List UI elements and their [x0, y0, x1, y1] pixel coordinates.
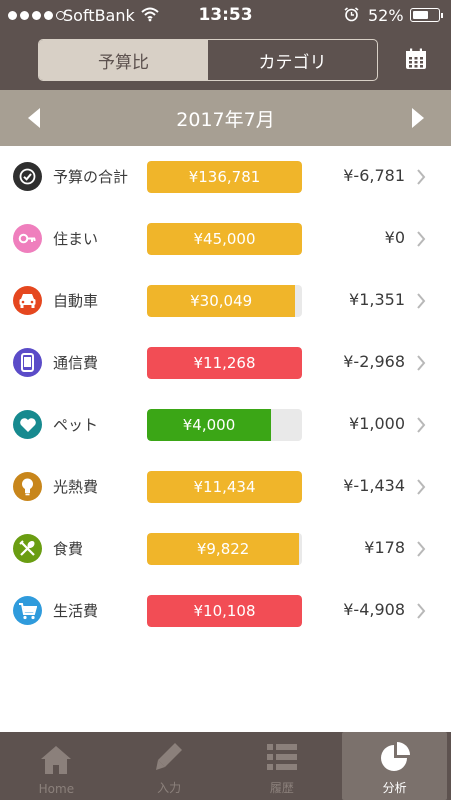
tab-category[interactable]: カテゴリ: [208, 40, 377, 80]
tab-input[interactable]: 入力: [113, 732, 226, 800]
spent-amount: ¥9,822: [196, 540, 250, 558]
chevron-right-icon: [417, 355, 426, 371]
budget-bar: ¥9,822: [147, 533, 302, 565]
fork-spoon-icon: [13, 534, 42, 563]
remaining-amount: ¥-4,908: [343, 600, 405, 619]
budget-row-pet[interactable]: ペット ¥4,000 ¥1,000: [0, 394, 451, 456]
tab-history[interactable]: 履歴: [226, 732, 339, 800]
chevron-right-icon: [417, 417, 426, 433]
spent-amount: ¥45,000: [193, 230, 256, 248]
alarm-icon: [344, 7, 359, 22]
phone-icon: [13, 348, 42, 377]
category-label: 生活費: [53, 602, 99, 620]
car-icon: [13, 286, 42, 315]
pie-chart-icon: [380, 742, 410, 771]
budget-bar: ¥4,000: [147, 409, 302, 441]
tab-home-label: Home: [38, 782, 75, 796]
budget-row-utilities[interactable]: 光熱費 ¥11,434 ¥-1,434: [0, 456, 451, 518]
budget-bar: ¥11,434: [147, 471, 302, 503]
status-bar: SoftBank 13:53 52%: [0, 0, 451, 30]
cart-icon: [13, 596, 42, 625]
spent-amount: ¥4,000: [182, 416, 236, 434]
key-icon: [13, 224, 42, 253]
budget-row-housing[interactable]: 住まい ¥45,000 ¥0: [0, 208, 451, 270]
battery-icon: [410, 8, 443, 22]
tab-analysis-label: 分析: [382, 781, 407, 795]
spent-amount: ¥11,268: [193, 354, 256, 372]
remaining-amount: ¥178: [364, 538, 405, 557]
spent-amount: ¥10,108: [193, 602, 256, 620]
spent-amount: ¥11,434: [193, 478, 256, 496]
home-icon: [41, 746, 72, 774]
bulb-icon: [13, 472, 42, 501]
spent-amount: ¥136,781: [188, 168, 261, 186]
remaining-amount: ¥0: [384, 228, 405, 247]
budget-list: 予算の合計 ¥136,781 ¥-6,781 住まい ¥45,000 ¥0 自動…: [0, 146, 451, 642]
header: 予算比 カテゴリ: [0, 30, 451, 90]
chevron-right-icon: [417, 603, 426, 619]
remaining-amount: ¥1,000: [349, 414, 405, 433]
budget-row-living[interactable]: 生活費 ¥10,108 ¥-4,908: [0, 580, 451, 642]
chevron-right-icon: [417, 293, 426, 309]
category-label: 住まい: [53, 230, 99, 248]
budget-row-food[interactable]: 食費 ¥9,822 ¥178: [0, 518, 451, 580]
heart-icon: [13, 410, 42, 439]
view-segmented-control: 予算比 カテゴリ: [38, 39, 378, 81]
tab-history-label: 履歴: [269, 781, 294, 795]
month-label: 2017年7月: [176, 109, 275, 131]
remaining-amount: ¥1,351: [349, 290, 405, 309]
budget-bar: ¥136,781: [147, 161, 302, 193]
chevron-right-icon: [417, 231, 426, 247]
chevron-right-icon: [417, 169, 426, 185]
budget-bar: ¥10,108: [147, 595, 302, 627]
budget-bar: ¥45,000: [147, 223, 302, 255]
month-navigation: 2017年7月: [0, 90, 451, 146]
check-icon: [13, 162, 42, 191]
calendar-icon[interactable]: [405, 48, 427, 70]
category-label: 光熱費: [53, 478, 99, 496]
remaining-amount: ¥-6,781: [343, 166, 405, 185]
next-month-icon[interactable]: [410, 108, 424, 128]
remaining-amount: ¥-1,434: [343, 476, 405, 495]
category-label: 自動車: [53, 292, 99, 310]
spent-amount: ¥30,049: [190, 292, 253, 310]
budget-row-total[interactable]: 予算の合計 ¥136,781 ¥-6,781: [0, 146, 451, 208]
category-label: 食費: [53, 540, 84, 558]
budget-bar: ¥11,268: [147, 347, 302, 379]
tab-analysis[interactable]: 分析: [338, 732, 451, 800]
category-label: ペット: [53, 416, 99, 434]
budget-row-car[interactable]: 自動車 ¥30,049 ¥1,351: [0, 270, 451, 332]
tab-budget-ratio[interactable]: 予算比: [39, 40, 208, 80]
pencil-icon: [156, 743, 183, 770]
chevron-right-icon: [417, 541, 426, 557]
category-label: 通信費: [53, 354, 99, 372]
tab-bar: Home 入力 履歴 分析: [0, 732, 451, 800]
list-icon: [266, 744, 297, 770]
budget-row-communication[interactable]: 通信費 ¥11,268 ¥-2,968: [0, 332, 451, 394]
tab-home[interactable]: Home: [0, 732, 113, 800]
chevron-right-icon: [417, 479, 426, 495]
tab-input-label: 入力: [157, 781, 182, 795]
budget-bar: ¥30,049: [147, 285, 302, 317]
remaining-amount: ¥-2,968: [343, 352, 405, 371]
category-label: 予算の合計: [53, 168, 129, 186]
battery-percent: 52%: [368, 6, 404, 25]
